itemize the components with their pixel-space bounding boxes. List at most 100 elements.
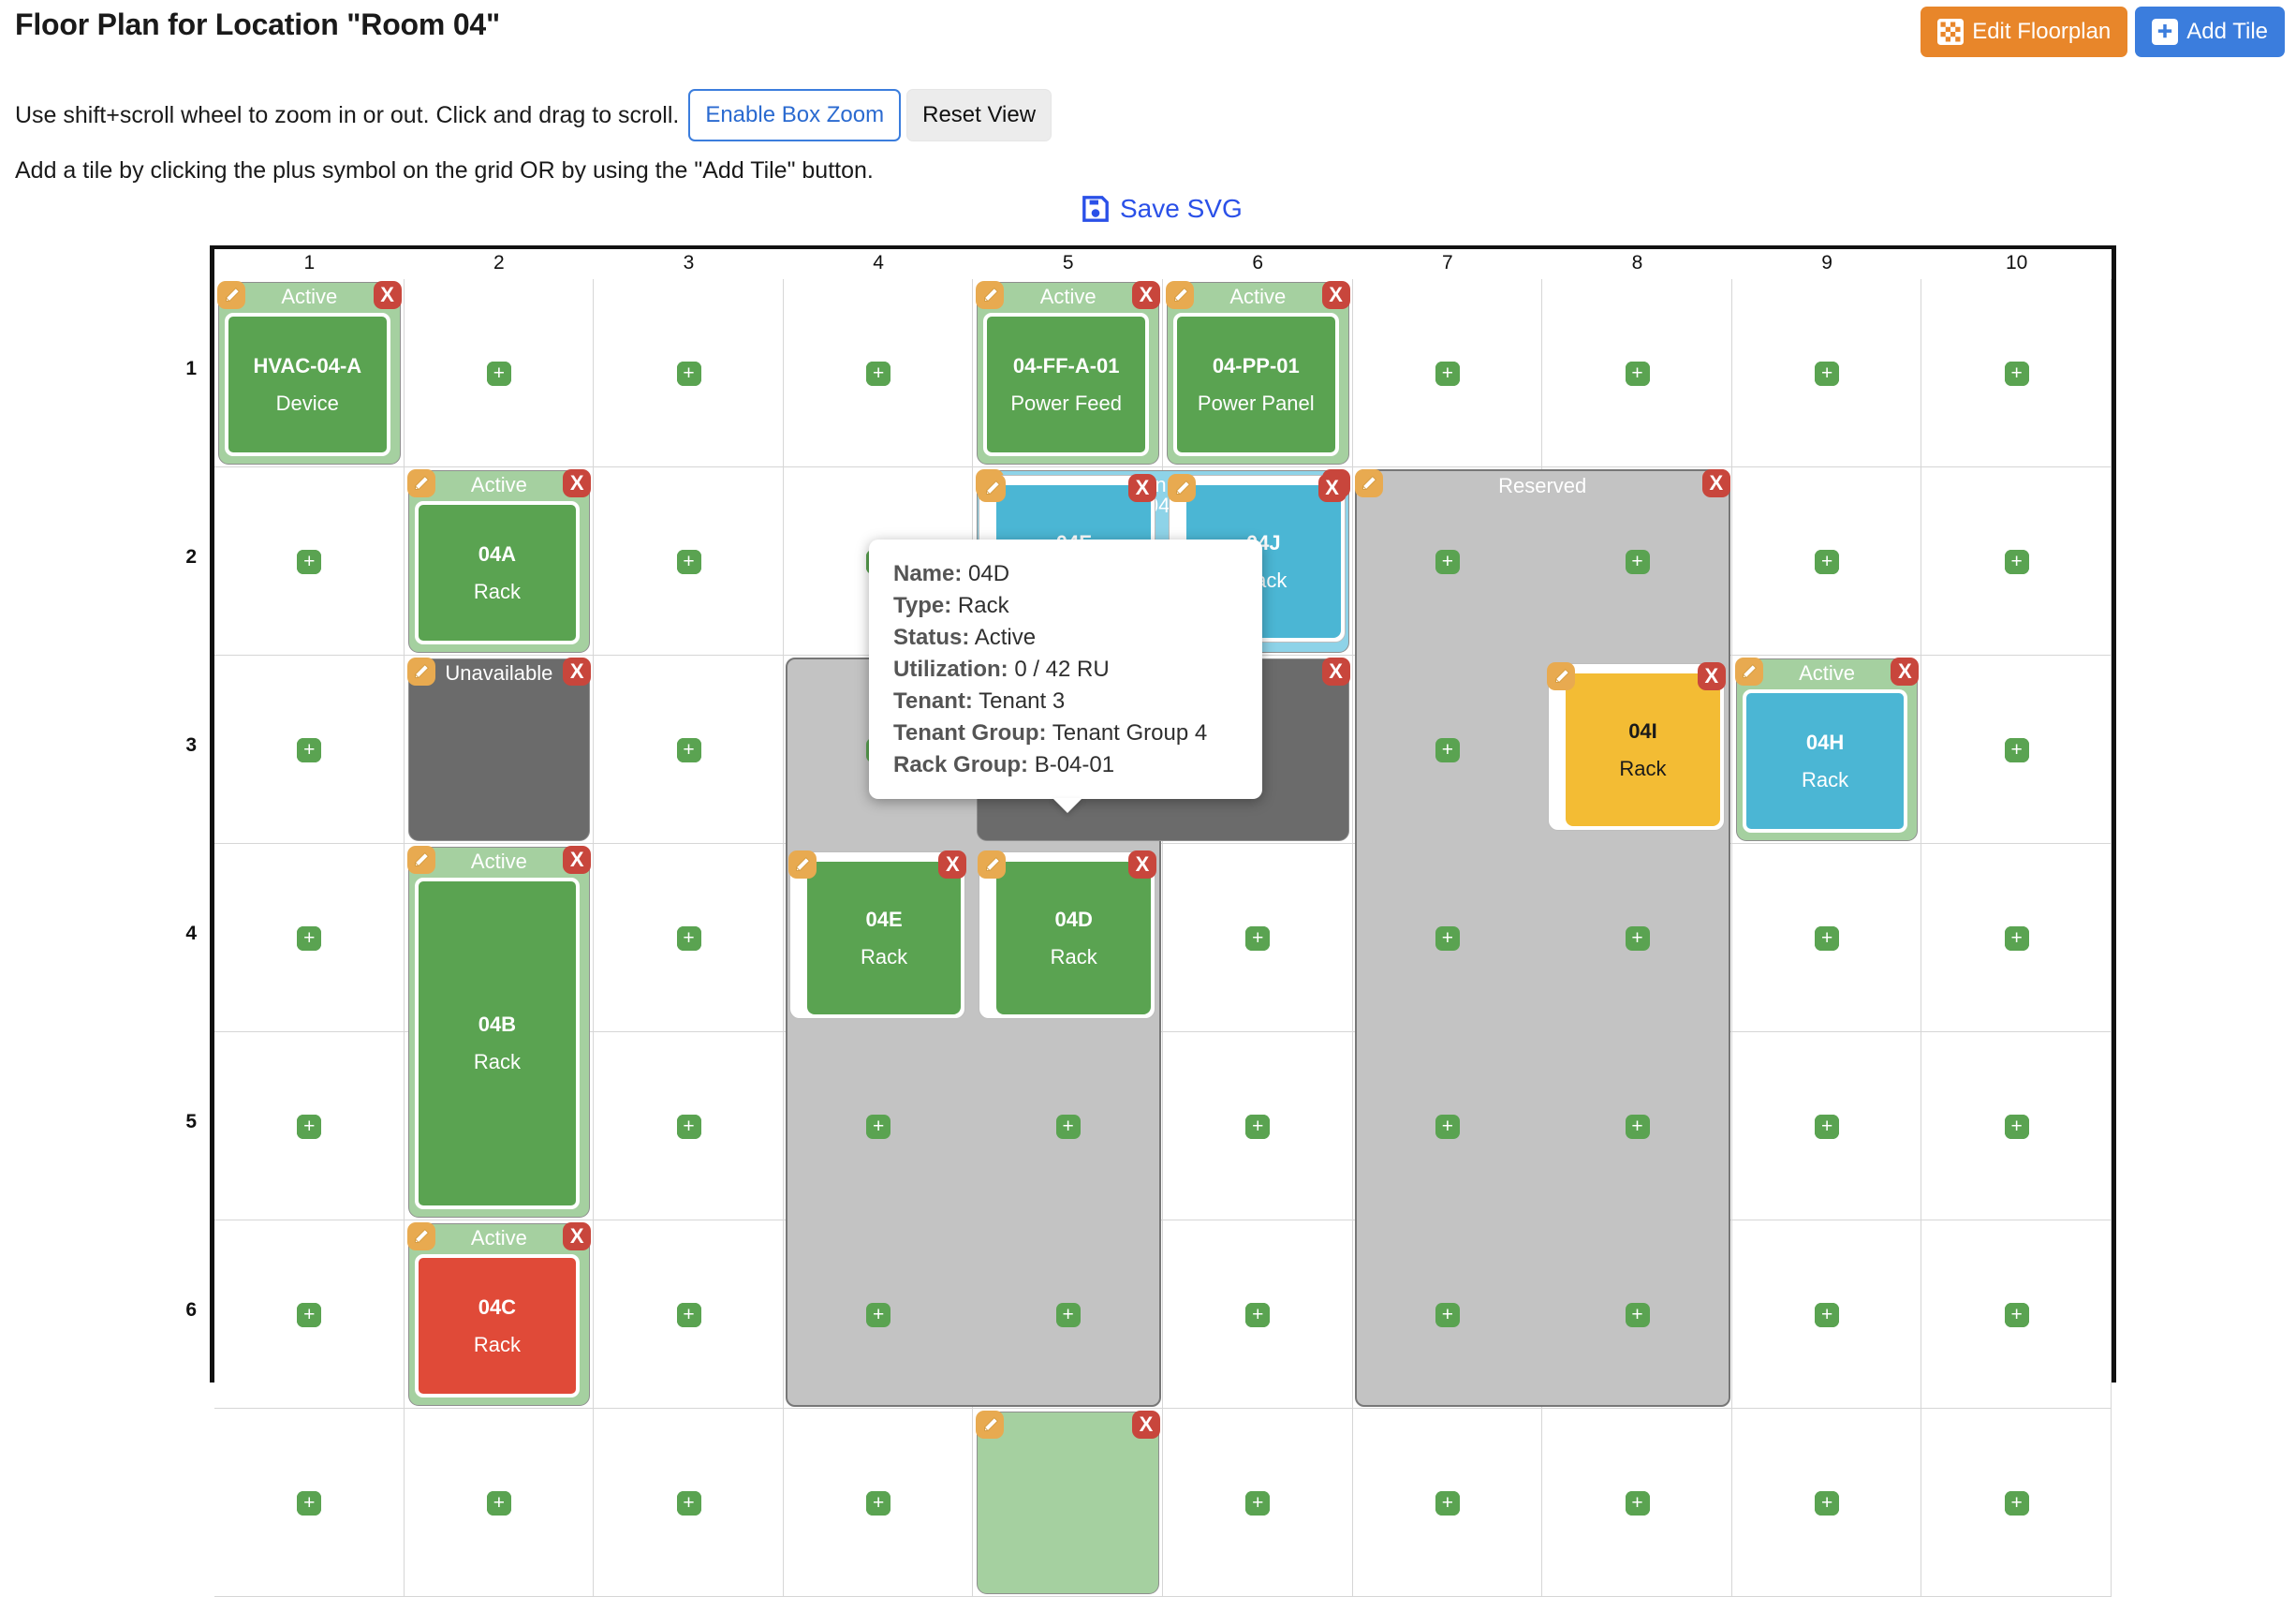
floor-tile[interactable]: Active04ARackX	[408, 470, 591, 653]
edit-pencil-icon[interactable]	[1166, 281, 1194, 309]
delete-x-icon[interactable]: X	[563, 1222, 591, 1250]
save-svg-button[interactable]: Save SVG	[1082, 194, 1243, 224]
add-tile-plus-icon[interactable]	[677, 1303, 701, 1327]
add-tile-plus-icon[interactable]	[1626, 1303, 1650, 1327]
edit-floorplan-button[interactable]: Edit Floorplan	[1921, 7, 2127, 57]
delete-x-icon[interactable]: X	[1322, 658, 1350, 686]
edit-pencil-icon[interactable]	[217, 281, 245, 309]
add-tile-plus-icon[interactable]	[2005, 738, 2029, 762]
tile-body[interactable]: HVAC-04-ADevice	[225, 313, 390, 456]
edit-pencil-icon[interactable]	[407, 846, 435, 874]
add-tile-plus-icon[interactable]	[866, 1303, 890, 1327]
delete-x-icon[interactable]: X	[563, 846, 591, 874]
add-tile-plus-icon[interactable]	[2005, 926, 2029, 951]
floor-tile[interactable]: Active04HRackX	[1736, 658, 1919, 841]
delete-x-icon[interactable]: X	[374, 281, 402, 309]
add-tile-plus-icon[interactable]	[1056, 1303, 1081, 1327]
add-tile-plus-icon[interactable]	[1815, 926, 1839, 951]
delete-x-icon[interactable]: X	[938, 850, 966, 879]
add-tile-plus-icon[interactable]	[866, 1115, 890, 1139]
add-tile-plus-icon[interactable]	[1245, 926, 1270, 951]
delete-x-icon[interactable]: X	[1891, 658, 1919, 686]
delete-x-icon[interactable]: X	[1698, 662, 1726, 690]
add-tile-plus-icon[interactable]	[2005, 1303, 2029, 1327]
delete-x-icon[interactable]: X	[563, 658, 591, 686]
floor-tile[interactable]: Active04-FF-A-01Power FeedX	[977, 282, 1159, 465]
tile-body[interactable]: 04-PP-01Power Panel	[1173, 313, 1339, 456]
edit-pencil-icon[interactable]	[1735, 658, 1763, 686]
floor-tile[interactable]: UnavailableX	[408, 658, 591, 841]
add-tile-plus-icon[interactable]	[297, 926, 321, 951]
add-tile-plus-icon[interactable]	[866, 362, 890, 386]
add-tile-plus-icon[interactable]	[297, 738, 321, 762]
tile-body[interactable]: 04IRack	[1566, 673, 1720, 826]
floor-tile[interactable]: 04IRackX	[1548, 663, 1725, 831]
tile-body[interactable]: 04ARack	[415, 501, 581, 644]
delete-x-icon[interactable]: X	[1702, 469, 1730, 497]
edit-pencil-icon[interactable]	[1547, 662, 1575, 690]
floor-tile[interactable]: 04ERackX	[789, 851, 966, 1019]
add-tile-plus-icon[interactable]	[677, 738, 701, 762]
add-tile-plus-icon[interactable]	[2005, 1115, 2029, 1139]
edit-pencil-icon[interactable]	[1168, 474, 1196, 502]
delete-x-icon[interactable]: X	[1132, 281, 1160, 309]
add-tile-plus-icon[interactable]	[1815, 362, 1839, 386]
add-tile-plus-icon[interactable]	[1056, 1115, 1081, 1139]
add-tile-plus-icon[interactable]	[1245, 1491, 1270, 1516]
add-tile-plus-icon[interactable]	[1626, 1491, 1650, 1516]
add-tile-plus-icon[interactable]	[1435, 550, 1460, 574]
add-tile-plus-icon[interactable]	[1626, 550, 1650, 574]
tile-body[interactable]: 04BRack	[415, 878, 581, 1209]
floor-tile[interactable]: Active04BRackX	[408, 847, 591, 1218]
add-tile-plus-icon[interactable]	[1626, 362, 1650, 386]
add-tile-plus-icon[interactable]	[1435, 1115, 1460, 1139]
floor-tile[interactable]: ActiveHVAC-04-ADeviceX	[218, 282, 401, 465]
edit-pencil-icon[interactable]	[1355, 469, 1383, 497]
add-tile-plus-icon[interactable]	[677, 1491, 701, 1516]
edit-pencil-icon[interactable]	[978, 850, 1006, 879]
edit-pencil-icon[interactable]	[978, 474, 1006, 502]
add-tile-plus-icon[interactable]	[1435, 1491, 1460, 1516]
delete-x-icon[interactable]: X	[1322, 281, 1350, 309]
tile-body[interactable]: 04CRack	[415, 1254, 581, 1397]
add-tile-plus-icon[interactable]	[1435, 1303, 1460, 1327]
add-tile-plus-icon[interactable]	[677, 362, 701, 386]
tile-body[interactable]: 04DRack	[996, 862, 1151, 1014]
tile-body[interactable]: 04HRack	[1743, 689, 1908, 833]
floor-region-reserved[interactable]: ReservedX	[1355, 469, 1730, 1407]
add-tile-plus-icon[interactable]	[1245, 1115, 1270, 1139]
edit-pencil-icon[interactable]	[407, 1222, 435, 1250]
add-tile-plus-icon[interactable]	[677, 550, 701, 574]
reset-view-button[interactable]: Reset View	[906, 89, 1052, 141]
add-tile-plus-icon[interactable]	[297, 1115, 321, 1139]
edit-pencil-icon[interactable]	[788, 850, 817, 879]
add-tile-plus-icon[interactable]	[1815, 1115, 1839, 1139]
add-tile-plus-icon[interactable]	[1815, 550, 1839, 574]
add-tile-plus-icon[interactable]	[2005, 362, 2029, 386]
grid-area[interactable]: ReservedXActiveHVAC-04-ADeviceXActive04-…	[214, 279, 2112, 1386]
add-tile-plus-icon[interactable]	[866, 1491, 890, 1516]
floor-tile[interactable]: Active04-PP-01Power PanelX	[1167, 282, 1349, 465]
edit-pencil-icon[interactable]	[976, 281, 1004, 309]
tile-body[interactable]: 04ERack	[807, 862, 962, 1014]
add-tile-button[interactable]: Add Tile	[2135, 7, 2285, 57]
add-tile-plus-icon[interactable]	[677, 926, 701, 951]
add-tile-plus-icon[interactable]	[2005, 550, 2029, 574]
floor-tile[interactable]: 04DRackX	[979, 851, 1155, 1019]
add-tile-plus-icon[interactable]	[297, 1491, 321, 1516]
enable-box-zoom-button[interactable]: Enable Box Zoom	[688, 89, 901, 141]
add-tile-plus-icon[interactable]	[1435, 738, 1460, 762]
add-tile-plus-icon[interactable]	[1435, 362, 1460, 386]
floor-tile[interactable]: X	[977, 1412, 1159, 1594]
add-tile-plus-icon[interactable]	[1815, 1303, 1839, 1327]
delete-x-icon[interactable]: X	[1132, 1411, 1160, 1439]
edit-pencil-icon[interactable]	[407, 658, 435, 686]
delete-x-icon[interactable]: X	[1128, 850, 1156, 879]
tile-body[interactable]: 04-FF-A-01Power Feed	[983, 313, 1149, 456]
add-tile-plus-icon[interactable]	[297, 550, 321, 574]
add-tile-plus-icon[interactable]	[1815, 1491, 1839, 1516]
add-tile-plus-icon[interactable]	[487, 1491, 511, 1516]
edit-pencil-icon[interactable]	[407, 469, 435, 497]
add-tile-plus-icon[interactable]	[1626, 1115, 1650, 1139]
add-tile-plus-icon[interactable]	[1435, 926, 1460, 951]
